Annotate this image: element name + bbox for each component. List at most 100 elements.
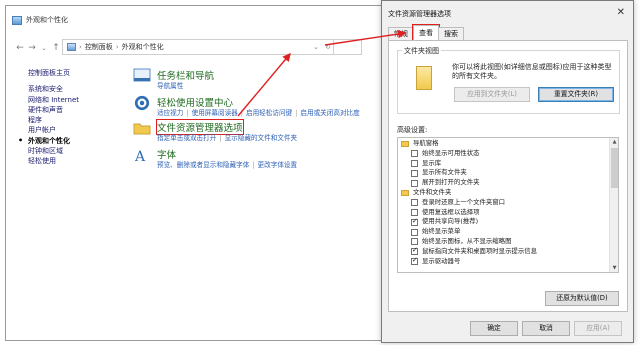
sidebar-item-system-security[interactable]: 系统和安全: [28, 84, 79, 94]
checkbox[interactable]: [411, 246, 418, 256]
link-show-hidden[interactable]: 显示隐藏的文件和文件夹: [225, 134, 298, 142]
settings-row-label: 显示所有文件夹: [422, 168, 467, 177]
address-dropdown-icon[interactable]: ⌄: [313, 43, 319, 51]
settings-checkbox-row[interactable]: 鼠标指向文件夹和桌面项时显示提示信息: [401, 246, 618, 257]
view-tab-panel: 文件夹视图 你可以将此视图(如详细信息或图标)应用于这种类型的所有文件夹。 应用…: [388, 40, 628, 312]
sidebar-item-appearance[interactable]: • 外观和个性化: [18, 136, 79, 146]
checkbox[interactable]: [411, 199, 418, 207]
folder-views-description: 你可以将此视图(如详细信息或图标)应用于这种类型的所有文件夹。: [452, 63, 612, 80]
link-click-open[interactable]: 指定单击或双击打开: [157, 134, 216, 142]
link-high-contrast[interactable]: 启用或关闭高对比度: [300, 109, 359, 117]
checkbox[interactable]: [411, 179, 418, 187]
link-vision[interactable]: 适应视力: [157, 109, 183, 117]
address-bar[interactable]: › 控制面板 › 外观和个性化 ⌄ ↻: [62, 39, 362, 55]
checkbox[interactable]: [411, 150, 418, 158]
checkbox[interactable]: [411, 169, 418, 177]
link-screen-reader[interactable]: 使用屏幕阅读器: [192, 109, 238, 117]
scroll-down-icon[interactable]: ▼: [610, 265, 618, 271]
control-panel-window: 外观和个性化 ← → ⌄ ↑ › 控制面板 › 外观和个性化 ⌄ ↻ 控制面板主…: [5, 5, 383, 341]
settings-checkbox-row[interactable]: 显示所有文件夹: [401, 168, 618, 178]
apply-button[interactable]: 应用(A): [574, 321, 622, 336]
link-access-keys[interactable]: 启用轻松访问键: [246, 109, 292, 117]
settings-checkbox-row[interactable]: 始终显示菜单: [401, 227, 618, 237]
settings-group-row: 文件和文件夹: [401, 188, 618, 198]
checkbox[interactable]: [411, 228, 418, 236]
checkbox[interactable]: [411, 238, 418, 246]
settings-row-label: 始终显示菜单: [422, 227, 461, 236]
tab-general[interactable]: 常规: [388, 27, 414, 40]
settings-checkbox-row[interactable]: 显示库: [401, 159, 618, 169]
settings-row-label: 使用复选框以选择项: [422, 207, 480, 216]
checkbox[interactable]: [411, 256, 418, 266]
category-links: 导航属性: [157, 80, 183, 90]
ok-button[interactable]: 确定: [470, 321, 518, 336]
breadcrumb-appearance[interactable]: 外观和个性化: [122, 42, 164, 52]
settings-checkbox-row[interactable]: 登录时还原上一个文件夹窗口: [401, 198, 618, 208]
folder-views-label: 文件夹视图: [402, 46, 441, 56]
tab-view[interactable]: 查看: [412, 24, 440, 41]
advanced-settings-label: 高级设置:: [397, 126, 428, 134]
category-links: 预览、删除或者显示和隐藏字体 | 更改字体设置: [157, 161, 298, 169]
settings-row-label: 显示库: [422, 158, 442, 167]
sidebar-item-ease-of-access[interactable]: 轻松使用: [28, 156, 79, 166]
settings-checkbox-row[interactable]: 显示驱动器号: [401, 256, 618, 267]
settings-row-label: 鼠标指向文件夹和桌面项时显示提示信息: [422, 246, 538, 255]
settings-checkbox-row[interactable]: 使用共享向导(推荐): [401, 217, 618, 227]
forward-arrow-icon[interactable]: →: [26, 43, 38, 53]
advanced-settings-list[interactable]: 导航窗格 始终显示可用性状态 显示库 显示所有文件夹 展开到打开的文件夹 文件和文件夹 登录…: [397, 137, 619, 273]
apply-to-folders-button[interactable]: 应用到文件夹(L): [454, 87, 530, 102]
sidebar-item-home[interactable]: 控制面板主页: [28, 68, 79, 78]
breadcrumb-separator: ›: [79, 43, 82, 51]
category-links: 指定单击或双击打开 | 显示隐藏的文件和文件夹: [157, 134, 298, 142]
settings-row-label: 始终显示可用性状态: [422, 148, 480, 157]
refresh-icon[interactable]: ↻: [325, 43, 331, 51]
taskbar-icon: [133, 68, 151, 82]
checkbox[interactable]: [411, 159, 418, 167]
control-panel-icon: [12, 15, 22, 25]
vertical-scrollbar[interactable]: ▲ ▼: [609, 138, 618, 272]
folder-views-group: 文件夹视图 你可以将此视图(如详细信息或图标)应用于这种类型的所有文件夹。 应用…: [397, 46, 620, 114]
control-panel-mini-icon: [67, 43, 76, 51]
ease-of-access-icon: [134, 95, 150, 111]
sidebar-item-clock-region[interactable]: 时钟和区域: [28, 146, 79, 156]
search-box[interactable]: [333, 40, 361, 54]
sidebar-item-user-accounts[interactable]: 用户帐户: [28, 125, 79, 135]
sidebar-item-network[interactable]: 网络和 Internet: [28, 95, 79, 105]
close-icon[interactable]: ✕: [617, 7, 625, 18]
cancel-button[interactable]: 取消: [522, 321, 570, 336]
link-preview-fonts[interactable]: 预览、删除或者显示和隐藏字体: [157, 161, 249, 169]
scroll-up-icon[interactable]: ▲: [610, 139, 618, 145]
sidebar: 控制面板主页 系统和安全 网络和 Internet 硬件和声音 程序 用户帐户 …: [18, 68, 79, 167]
window-titlebar: 外观和个性化: [6, 6, 382, 34]
settings-row-label: 登录时还原上一个文件夹窗口: [422, 197, 506, 206]
back-arrow-icon[interactable]: ←: [14, 43, 26, 53]
restore-defaults-button[interactable]: 还原为默认值(D): [545, 291, 619, 306]
folder-options-icon: [133, 123, 151, 135]
link-font-settings[interactable]: 更改字体设置: [258, 161, 298, 169]
folder-options-dialog: 文件资源管理器选项 ✕ 常规 查看 搜索 文件夹视图 你可以将此视图(如详细信息…: [381, 0, 634, 343]
folder-icon: [401, 189, 409, 196]
up-arrow-icon[interactable]: ↑: [50, 43, 62, 53]
reset-folders-button[interactable]: 重置文件夹(R): [538, 87, 614, 102]
dialog-tabs: 常规 查看 搜索: [388, 24, 464, 41]
sidebar-item-hardware-sound[interactable]: 硬件和声音: [28, 105, 79, 115]
settings-checkbox-row[interactable]: 展开到打开的文件夹: [401, 178, 618, 188]
tab-search[interactable]: 搜索: [438, 27, 464, 40]
link-navigation-properties[interactable]: 导航属性: [157, 82, 183, 90]
window-title: 外观和个性化: [26, 16, 68, 24]
checkbox[interactable]: [411, 208, 418, 216]
settings-row-label: 使用共享向导(推荐): [422, 217, 479, 226]
settings-checkbox-row[interactable]: 始终显示可用性状态: [401, 149, 618, 159]
sidebar-item-programs[interactable]: 程序: [28, 115, 79, 125]
checkbox[interactable]: [411, 217, 418, 227]
settings-row-label: 始终显示图标，从不显示缩略图: [422, 236, 512, 245]
advanced-settings-rows: 导航窗格 始终显示可用性状态 显示库 显示所有文件夹 展开到打开的文件夹 文件和文件夹 登录…: [398, 138, 618, 266]
settings-checkbox-row[interactable]: 使用复选框以选择项: [401, 208, 618, 218]
sidebar-item-label: 外观和个性化: [28, 136, 70, 145]
recent-dropdown-icon[interactable]: ⌄: [38, 45, 50, 52]
folder-icon: [401, 140, 409, 147]
settings-checkbox-row[interactable]: 始终显示图标，从不显示缩略图: [401, 237, 618, 247]
address-toolbar: ← → ⌄ ↑ › 控制面板 › 外观和个性化 ⌄ ↻: [6, 38, 382, 58]
breadcrumb-control-panel[interactable]: 控制面板: [85, 42, 113, 52]
scrollbar-thumb[interactable]: [611, 148, 618, 188]
